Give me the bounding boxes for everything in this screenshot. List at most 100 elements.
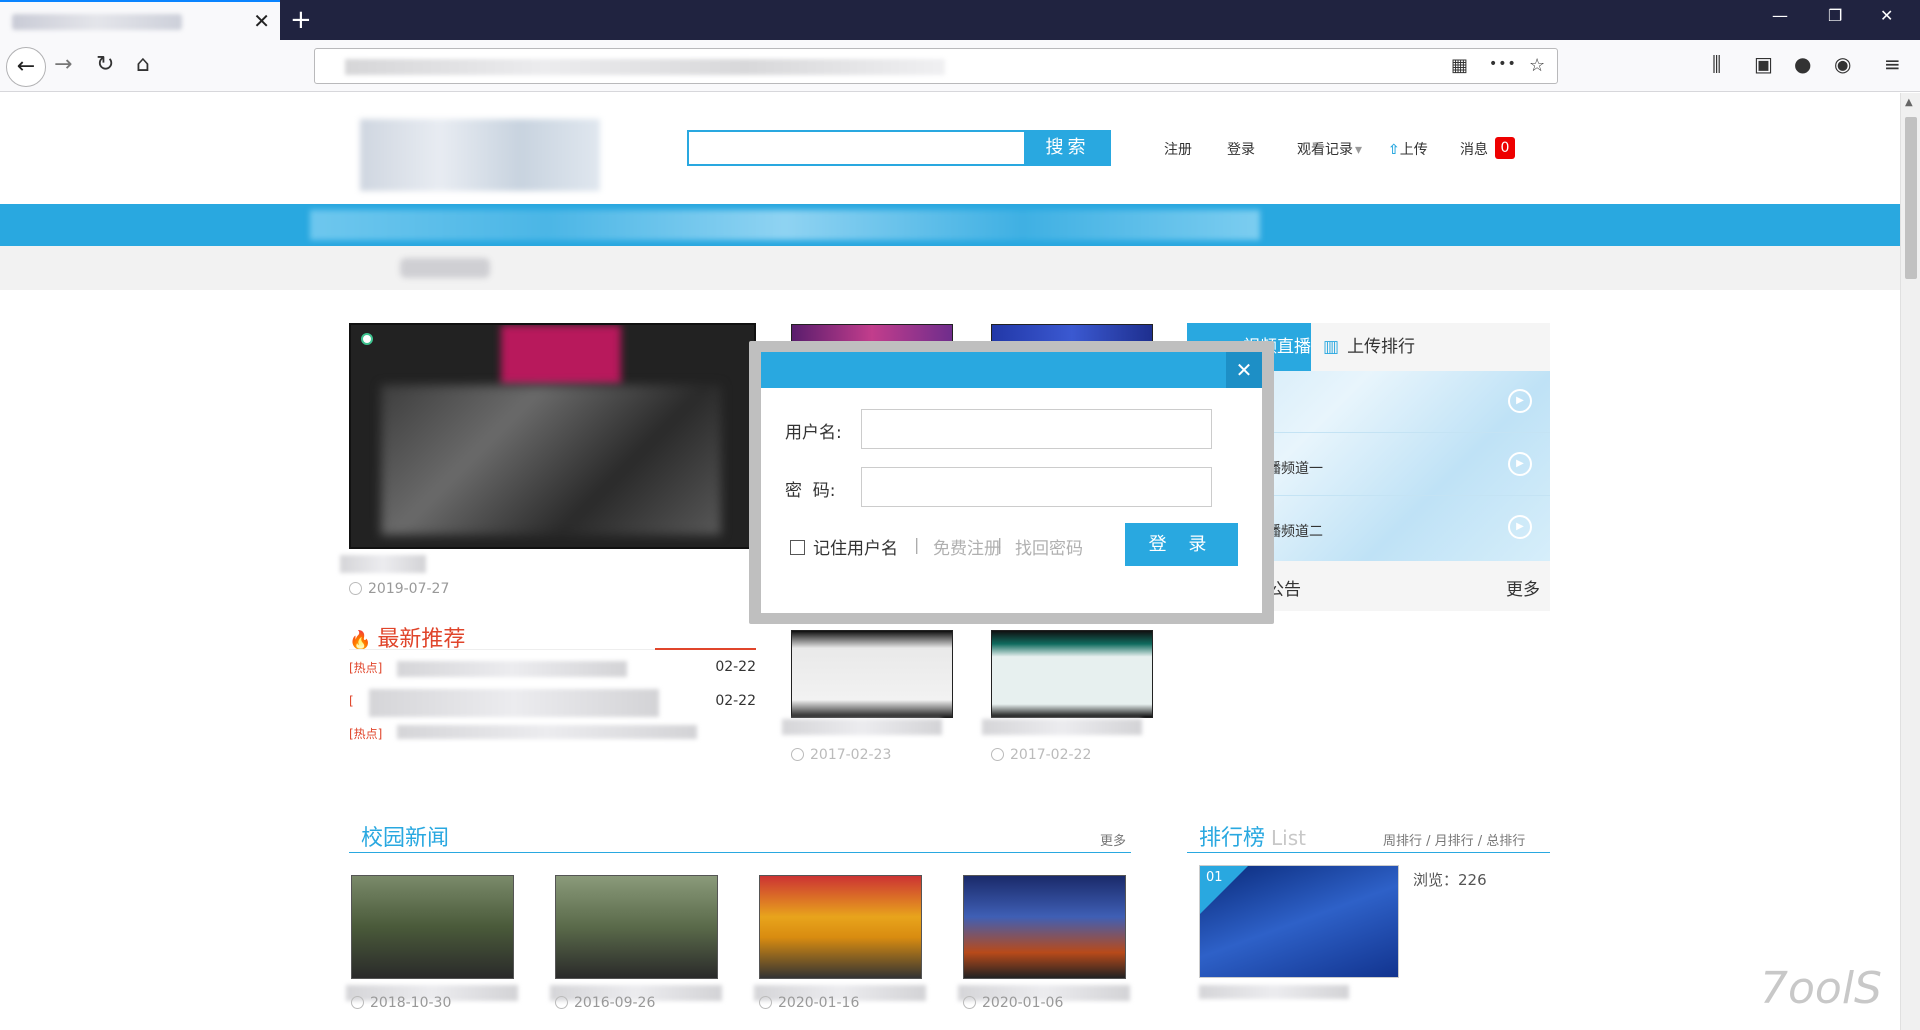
forward-button[interactable]: → xyxy=(54,52,72,78)
rank-number: 01 xyxy=(1206,870,1223,885)
featured-date-text: 2019-07-27 xyxy=(368,581,450,597)
flame-icon: 🔥 xyxy=(349,630,372,651)
featured-title[interactable] xyxy=(340,555,426,573)
page-scrollbar[interactable]: ▲ xyxy=(1900,93,1920,1030)
url-bar[interactable]: ▦ ••• ☆ xyxy=(314,48,1558,84)
site-logo[interactable] xyxy=(360,119,600,191)
tab-upload-ranking[interactable]: ▥ 上传排行 xyxy=(1311,323,1415,371)
video-date: 2017-02-22 xyxy=(991,747,1091,763)
remember-username[interactable]: 记住用户名 xyxy=(790,534,898,559)
main-nav-items[interactable] xyxy=(310,210,1260,240)
search-input[interactable] xyxy=(687,130,1026,166)
play-icon[interactable]: ▶ xyxy=(1508,515,1532,539)
clock-icon xyxy=(351,996,364,1009)
video-thumbnail[interactable] xyxy=(351,875,514,979)
list-item-title xyxy=(397,725,697,739)
breadcrumb xyxy=(0,246,1900,290)
news-date-text: 2020-01-06 xyxy=(982,995,1064,1011)
campus-news-title: 校园新闻 xyxy=(361,826,450,851)
messages-link[interactable]: 消息 xyxy=(1460,139,1488,159)
hot-tag: [ xyxy=(349,694,354,708)
free-register-link[interactable]: 免费注册 xyxy=(933,534,1001,559)
featured-video[interactable] xyxy=(349,323,756,549)
video-title[interactable] xyxy=(982,719,1142,735)
ranking-title-text: 排行榜 xyxy=(1199,826,1266,851)
login-link[interactable]: 登录 xyxy=(1227,139,1255,159)
register-link[interactable]: 注册 xyxy=(1164,139,1192,159)
featured-date: 2019-07-27 xyxy=(349,581,449,597)
hot-tag: [热点] xyxy=(349,727,383,741)
back-button[interactable]: ← xyxy=(6,47,46,87)
video-date-text: 2017-02-23 xyxy=(810,747,892,763)
list-item-date: 02-22 xyxy=(715,693,756,709)
recommend-divider-accent xyxy=(655,648,756,650)
watch-history-link[interactable]: 观看记录 ▾ xyxy=(1297,139,1362,159)
qr-code-icon[interactable]: ▦ xyxy=(1451,55,1468,76)
scroll-thumb[interactable] xyxy=(1905,117,1917,279)
breadcrumb-text xyxy=(400,258,490,278)
account-icon[interactable]: ● xyxy=(1794,52,1811,76)
scroll-up-icon[interactable]: ▲ xyxy=(1905,97,1913,108)
video-thumbnail[interactable] xyxy=(791,630,953,718)
video-thumbnail[interactable] xyxy=(555,875,718,979)
notice-more-link[interactable]: 更多 xyxy=(1506,575,1540,600)
video-date: 2017-02-23 xyxy=(791,747,891,763)
video-thumbnail[interactable] xyxy=(991,630,1153,718)
remember-label: 记住用户名 xyxy=(813,539,898,559)
login-submit-button[interactable]: 登 录 xyxy=(1125,523,1238,566)
video-mosaic xyxy=(381,385,721,535)
hot-tag: [热点] xyxy=(349,661,383,675)
video-title[interactable] xyxy=(782,719,942,735)
video-thumbnail[interactable] xyxy=(963,875,1126,979)
ranking-period-tabs[interactable]: 周排行 / 月排行 / 总排行 xyxy=(1383,830,1525,849)
username-field[interactable] xyxy=(861,409,1212,449)
list-item[interactable]: [热点] xyxy=(349,725,756,745)
video-thumbnail[interactable] xyxy=(759,875,922,979)
list-item-title xyxy=(397,661,627,677)
chevron-down-icon: ▾ xyxy=(1355,142,1363,158)
main-nav-bar xyxy=(0,204,1900,246)
campus-news-more-link[interactable]: 更多 xyxy=(1100,830,1126,849)
login-dialog: ✕ 用户名: 密 码: 记住用户名 | 免费注册 | 找回密码 登 录 xyxy=(749,341,1274,624)
reload-button[interactable]: ↻ xyxy=(96,52,114,78)
menu-icon[interactable]: ≡ xyxy=(1884,52,1901,76)
video-frame xyxy=(501,325,621,385)
upload-link[interactable]: ⇧上传 xyxy=(1388,139,1428,159)
url-text xyxy=(345,59,945,75)
web-page: 搜索 注册 登录 观看记录 ▾ ⇧上传 消息 0 2019-07-27 🔥 最新推荐… xyxy=(0,93,1900,1030)
play-icon[interactable]: ▶ xyxy=(1508,452,1532,476)
library-icon[interactable]: ⫼ xyxy=(1712,52,1721,76)
home-button[interactable]: ⌂ xyxy=(136,52,150,78)
browser-tab[interactable]: ✕ xyxy=(0,0,280,40)
clock-icon xyxy=(555,996,568,1009)
browser-nav-bar: ← → ↻ ⌂ ▦ ••• ☆ ⫼ ▣ ● ◉ ≡ xyxy=(0,40,1920,92)
find-password-link[interactable]: 找回密码 xyxy=(1015,534,1083,559)
window-close-icon[interactable]: ✕ xyxy=(1880,6,1893,25)
extension-icon[interactable]: ◉ xyxy=(1834,52,1851,76)
news-date-text: 2020-01-16 xyxy=(778,995,860,1011)
remember-checkbox[interactable] xyxy=(790,540,805,555)
list-item[interactable]: [热点] 02-22 xyxy=(349,659,756,679)
view-count: 浏览：226 xyxy=(1413,871,1487,889)
new-tab-button[interactable]: + xyxy=(290,6,312,34)
search-button[interactable]: 搜索 xyxy=(1024,130,1111,166)
list-item-title xyxy=(369,689,659,717)
page-actions-icon[interactable]: ••• xyxy=(1489,56,1517,72)
channel-label: 播频道一 xyxy=(1267,461,1323,477)
sidebar-icon[interactable]: ▣ xyxy=(1754,52,1773,76)
tab-close-icon[interactable]: ✕ xyxy=(253,10,270,32)
restore-icon[interactable]: ❐ xyxy=(1828,6,1842,25)
password-field[interactable] xyxy=(861,467,1212,507)
minimize-icon[interactable]: — xyxy=(1772,6,1788,25)
upload-label: 上传 xyxy=(1399,142,1428,158)
ranking-title-en: List xyxy=(1271,826,1306,850)
close-icon[interactable]: ✕ xyxy=(1226,352,1262,388)
play-icon[interactable]: ▶ xyxy=(1508,389,1532,413)
news-date: 2020-01-16 xyxy=(759,995,859,1011)
video-thumbnail[interactable]: 01 xyxy=(1199,865,1399,978)
bookmark-star-icon[interactable]: ☆ xyxy=(1529,55,1545,76)
list-item[interactable]: [ 02-22 xyxy=(349,689,756,717)
video-title[interactable] xyxy=(1199,985,1349,999)
clock-icon xyxy=(991,748,1004,761)
password-label: 密 码: xyxy=(785,481,836,501)
